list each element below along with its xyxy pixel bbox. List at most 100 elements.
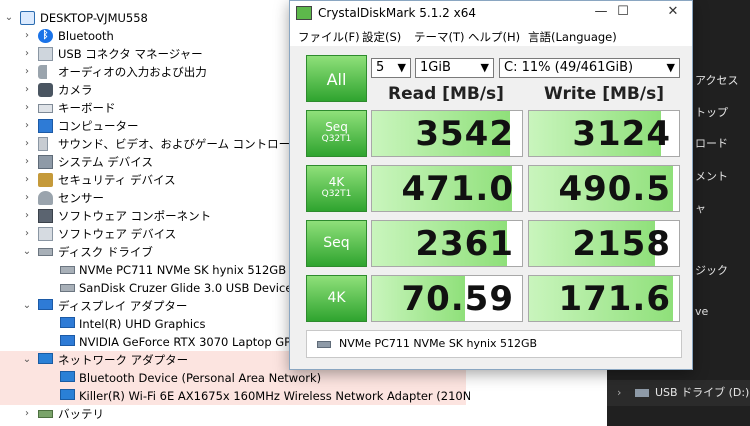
chevron-right-icon[interactable]: ›: [22, 405, 32, 423]
close-button[interactable]: ✕: [658, 4, 688, 22]
title-bar[interactable]: CrystalDiskMark 5.1.2 x64 — ☐ ✕: [290, 1, 692, 26]
device-label: ネットワーク アダプター: [58, 353, 189, 367]
drive-comment[interactable]: NVMe PC711 NVMe SK hynix 512GB: [306, 330, 682, 358]
test-name: Seq: [325, 120, 348, 134]
cam-icon: [38, 83, 53, 97]
benchmark-panel: All 5 ▼ 1GiB ▼ C: 11% (49/461GiB) ▼ Read [M…: [302, 51, 682, 358]
all-button[interactable]: All: [306, 55, 367, 102]
chevron-right-icon[interactable]: ›: [22, 99, 32, 117]
usb-drive-icon: [635, 389, 649, 397]
chevron-down-icon: ▼: [480, 61, 489, 74]
chevron-down-icon[interactable]: ⌄: [22, 243, 32, 261]
crystaldiskmark-window: CrystalDiskMark 5.1.2 x64 — ☐ ✕ ファイル(F) …: [289, 0, 693, 370]
disk-icon: [60, 284, 75, 292]
test-params: Q32T1: [321, 134, 352, 144]
write-value: 171.6: [558, 279, 671, 319]
device-label: DESKTOP-VJMU558: [40, 11, 148, 25]
explorer-nav-item[interactable]: トップ: [695, 104, 728, 120]
pc-icon: [20, 11, 35, 25]
device-label: SanDisk Cruzer Glide 3.0 USB Device: [79, 281, 293, 295]
dsp-icon: [60, 335, 75, 346]
menu-file[interactable]: ファイル(F): [298, 29, 360, 45]
chevron-down-icon[interactable]: ⌄: [4, 9, 14, 27]
net-icon: [60, 389, 75, 400]
explorer-nav-item[interactable]: ジック: [695, 262, 728, 278]
app-icon: [296, 6, 312, 20]
menu-settings[interactable]: 設定(S): [362, 29, 401, 45]
device-label: Bluetooth Device (Personal Area Network): [79, 371, 322, 385]
count-select[interactable]: 5 ▼: [371, 58, 411, 78]
swd-icon: [38, 227, 53, 241]
read-result-2: 2361: [371, 220, 523, 267]
chevron-down-icon: ▼: [666, 61, 675, 74]
net-icon: [38, 353, 53, 364]
drive-select[interactable]: C: 11% (49/461GiB) ▼: [499, 58, 680, 78]
explorer-nav-item[interactable]: ve: [695, 305, 708, 318]
device-label: NVIDIA GeForce RTX 3070 Laptop GPU: [79, 335, 300, 349]
explorer-nav-item[interactable]: メント: [695, 168, 728, 184]
device-label: サウンド、ビデオ、およびゲーム コントローラー: [58, 137, 314, 151]
device-label: キーボード: [58, 101, 116, 115]
test-name: Seq: [323, 235, 350, 251]
cmp-icon: [38, 119, 53, 133]
device-label: セキュリティ デバイス: [58, 173, 176, 187]
test-button-3[interactable]: 4K: [306, 275, 367, 322]
write-result-1: 490.5: [528, 165, 680, 212]
write-value: 490.5: [558, 169, 671, 209]
chevron-right-icon[interactable]: ›: [22, 135, 32, 153]
chevron-right-icon[interactable]: ›: [22, 171, 32, 189]
explorer-nav-item[interactable]: ロード: [695, 135, 728, 151]
menu-bar: ファイル(F) 設定(S) テーマ(T) ヘルプ(H) 言語(Language): [290, 26, 692, 46]
device-label: USB コネクタ マネージャー: [58, 47, 203, 61]
test-params: Q32T1: [321, 189, 352, 199]
write-header: Write [MB/s]: [544, 84, 664, 104]
chevron-right-icon[interactable]: ›: [22, 81, 32, 99]
menu-theme[interactable]: テーマ(T): [414, 29, 465, 45]
usb-drive-item[interactable]: › USB ドライブ (D:): [607, 380, 750, 406]
maximize-button[interactable]: ☐: [608, 4, 638, 22]
sys-icon: [38, 155, 53, 169]
net-icon: [60, 371, 75, 382]
chevron-down-icon[interactable]: ⌄: [22, 351, 32, 369]
chevron-right-icon[interactable]: ›: [22, 27, 32, 45]
test-button-2[interactable]: Seq: [306, 220, 367, 267]
chevron-right-icon[interactable]: ›: [22, 63, 32, 81]
test-button-0[interactable]: Seq Q32T1: [306, 110, 367, 157]
drive-comment-text: NVMe PC711 NVMe SK hynix 512GB: [339, 337, 538, 350]
device-batteries[interactable]: › バッテリ: [0, 405, 460, 423]
menu-language[interactable]: 言語(Language): [528, 29, 617, 45]
test-button-1[interactable]: 4K Q32T1: [306, 165, 367, 212]
chevron-right-icon[interactable]: ›: [22, 153, 32, 171]
chevron-right-icon: ›: [617, 386, 622, 399]
read-result-1: 471.0: [371, 165, 523, 212]
usb-icon: [38, 47, 53, 61]
chevron-down-icon[interactable]: ⌄: [22, 297, 32, 315]
device-label: システム デバイス: [58, 155, 153, 169]
size-select[interactable]: 1GiB ▼: [415, 58, 494, 78]
device-label: ソフトウェア デバイス: [58, 227, 177, 241]
drive-value: C: 11% (49/461GiB): [504, 60, 634, 75]
swc-icon: [38, 209, 53, 223]
read-value: 70.59: [401, 279, 514, 319]
chevron-right-icon[interactable]: ›: [22, 189, 32, 207]
menu-help[interactable]: ヘルプ(H): [468, 29, 520, 45]
chevron-right-icon[interactable]: ›: [22, 225, 32, 243]
chevron-down-icon: ▼: [397, 61, 406, 74]
chevron-right-icon[interactable]: ›: [22, 45, 32, 63]
device-net-bluetooth-pan[interactable]: Bluetooth Device (Personal Area Network): [0, 369, 466, 387]
device-label: ディスク ドライブ: [58, 245, 153, 259]
device-net-killer-wifi[interactable]: Killer(R) Wi-Fi 6E AX1675x 160MHz Wirele…: [0, 387, 496, 405]
chevron-right-icon[interactable]: ›: [22, 117, 32, 135]
write-result-0: 3124: [528, 110, 680, 157]
write-result-2: 2158: [528, 220, 680, 267]
device-label: センサー: [58, 191, 104, 205]
bat-icon: [38, 410, 53, 418]
explorer-nav-item[interactable]: ャ: [695, 200, 706, 216]
read-value: 3542: [415, 114, 514, 154]
chevron-right-icon[interactable]: ›: [22, 207, 32, 225]
usb-drive-label: USB ドライブ (D:): [655, 386, 750, 399]
device-label: Bluetooth: [58, 29, 114, 43]
explorer-nav-item[interactable]: アクセス: [695, 72, 738, 88]
read-header: Read [MB/s]: [388, 84, 504, 104]
write-value: 2158: [572, 224, 671, 264]
